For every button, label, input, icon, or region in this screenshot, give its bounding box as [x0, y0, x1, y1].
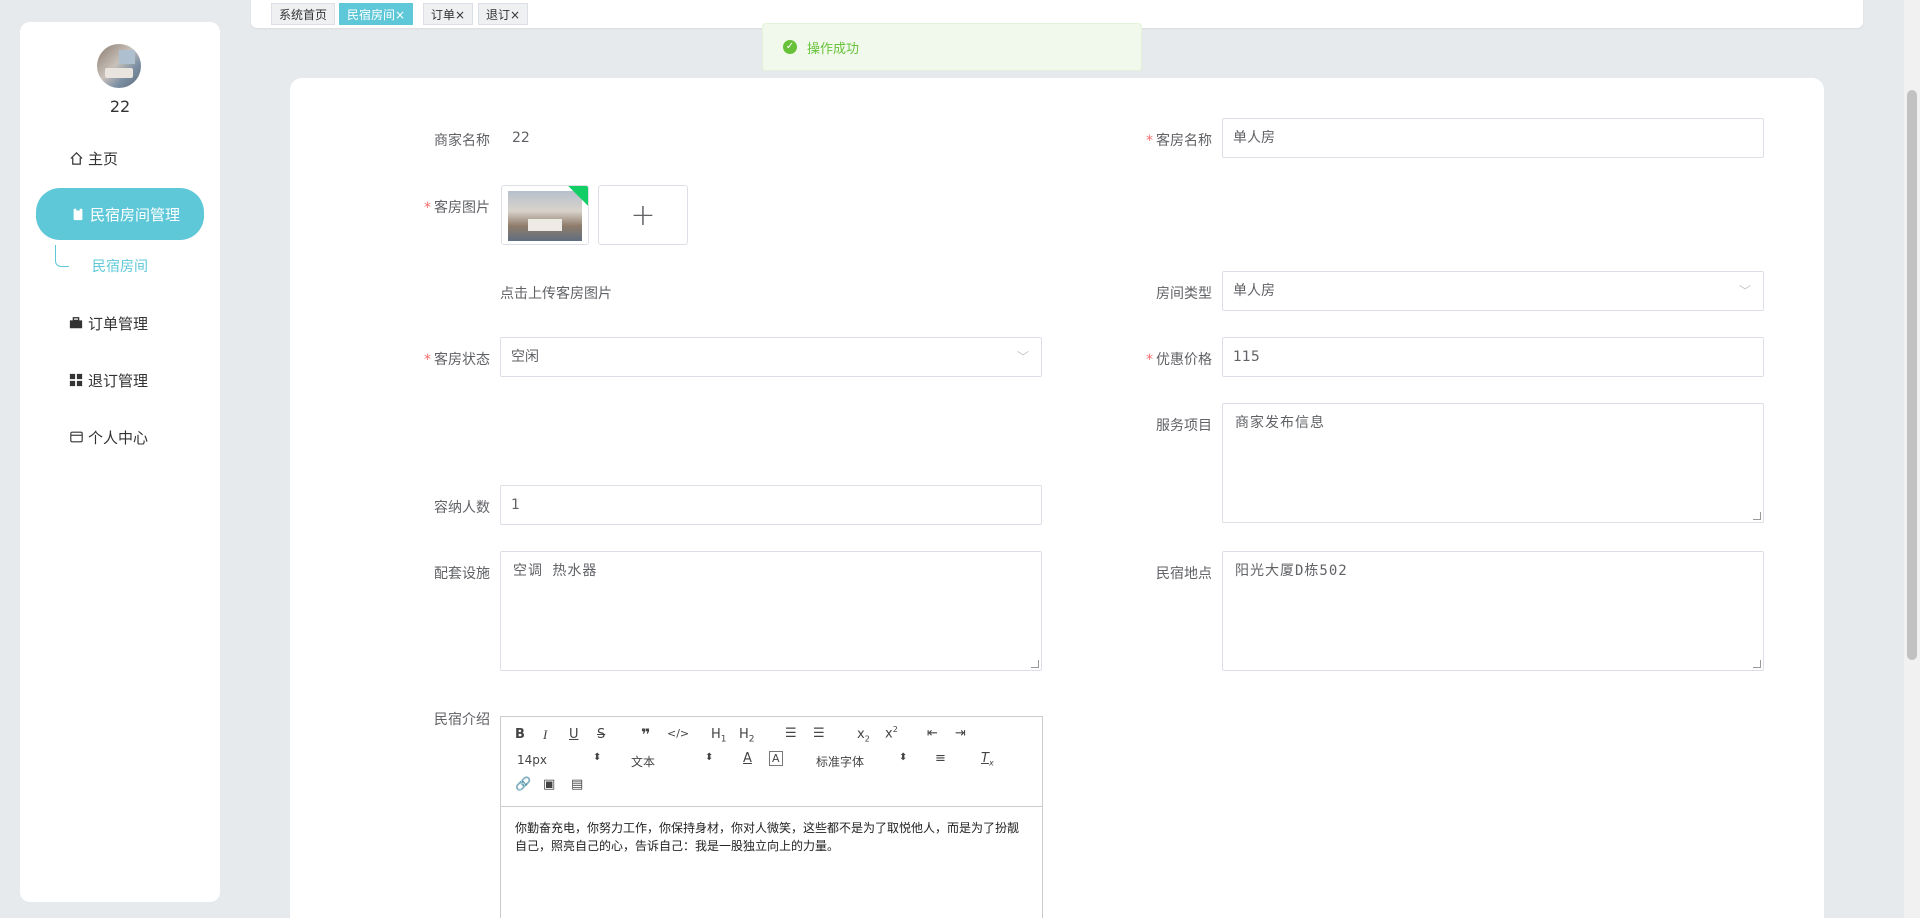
room-type-select[interactable]: 单人房 ﹀: [1222, 271, 1764, 311]
font-size-select[interactable]: 14px: [517, 753, 547, 767]
room-status-label: * 客房状态: [424, 352, 490, 368]
intro-label: 民宿介绍: [434, 712, 490, 728]
upload-hint: 点击上传客房图片: [500, 286, 612, 302]
tab-orders[interactable]: 订单×: [423, 3, 474, 25]
grid-icon: [68, 372, 84, 388]
sidebar-item-room-management[interactable]: 民宿房间管理: [36, 188, 204, 240]
resize-grip-icon[interactable]: [1753, 660, 1761, 668]
room-status-value: 空闲: [511, 349, 539, 365]
location-textarea[interactable]: 阳光大厦D栋502: [1222, 551, 1764, 671]
room-name-input[interactable]: 单人房: [1222, 118, 1764, 158]
sidebar-item-label: 个人中心: [88, 428, 149, 447]
room-type-value: 单人房: [1233, 283, 1275, 299]
heading2-icon[interactable]: H2: [739, 727, 755, 745]
room-status-select[interactable]: 空闲 ﹀: [500, 337, 1042, 377]
sidebar-item-label: 订单管理: [88, 314, 149, 333]
briefcase-icon: [68, 315, 84, 331]
blockquote-icon[interactable]: ❞: [641, 725, 650, 744]
location-label: 民宿地点: [1156, 566, 1212, 582]
tab-rooms[interactable]: 民宿房间×: [339, 3, 414, 25]
capacity-label: 容纳人数: [434, 500, 490, 516]
chevron-down-icon: ﹀: [1738, 284, 1751, 298]
plus-icon: +: [630, 197, 656, 233]
facilities-textarea[interactable]: 空调 热水器: [500, 551, 1042, 671]
sidebar-item-label: 民宿房间管理: [90, 205, 181, 224]
avatar[interactable]: [97, 44, 141, 88]
sidebar-item-profile[interactable]: 个人中心: [20, 412, 220, 462]
sidebar-item-refunds[interactable]: 退订管理: [20, 355, 220, 405]
merchant-name-label: 商家名称: [434, 133, 490, 149]
check-circle-icon: ✓: [783, 40, 797, 54]
sidebar-item-label: 退订管理: [88, 371, 149, 390]
video-icon[interactable]: ▤: [571, 777, 583, 792]
background-color-icon[interactable]: A: [769, 751, 783, 766]
heading1-icon[interactable]: H1: [711, 727, 727, 745]
services-textarea[interactable]: 商家发布信息: [1222, 403, 1764, 523]
location-value: 阳光大厦D栋502: [1235, 563, 1348, 579]
room-type-label: 房间类型: [1156, 286, 1212, 302]
bullet-list-icon[interactable]: ☰: [813, 726, 825, 741]
underline-icon[interactable]: U: [569, 727, 579, 742]
room-image-label: * 客房图片: [424, 200, 490, 216]
sidebar-subitem-rooms[interactable]: 民宿房间: [92, 256, 148, 276]
clipboard-icon: [70, 206, 86, 222]
chevron-down-icon: ﹀: [1016, 350, 1029, 364]
page-scrollbar[interactable]: [1904, 0, 1920, 918]
card-icon: [68, 429, 84, 445]
tab-refunds[interactable]: 退订×: [478, 3, 529, 25]
submenu-connector: [55, 245, 69, 267]
username: 22: [109, 97, 131, 116]
resize-grip-icon[interactable]: [1753, 512, 1761, 520]
resize-grip-icon[interactable]: [1031, 660, 1039, 668]
text-type-chevron-icon[interactable]: ⬍: [705, 752, 713, 763]
scrollbar-thumb[interactable]: [1907, 90, 1917, 660]
facilities-label: 配套设施: [434, 566, 490, 582]
price-label: * 优惠价格: [1146, 352, 1212, 368]
home-icon: [68, 150, 84, 166]
code-icon[interactable]: </>: [667, 727, 689, 740]
bold-icon[interactable]: B: [515, 727, 525, 742]
rich-text-editor: B I U S ❞ </> H1 H2 ☰ ☰ x2 x2 ⇤ ⇥ 14px ⬍…: [500, 716, 1043, 918]
strikethrough-icon[interactable]: S: [597, 727, 605, 742]
subscript-icon[interactable]: x2: [857, 727, 870, 744]
font-family-select[interactable]: 标准字体: [816, 753, 864, 770]
font-family-chevron-icon[interactable]: ⬍: [899, 752, 907, 763]
text-type-select[interactable]: 文本: [631, 753, 655, 770]
success-toast: ✓ 操作成功: [762, 23, 1142, 71]
sidebar-item-label: 主页: [88, 149, 119, 168]
capacity-input[interactable]: 1: [500, 485, 1042, 525]
add-image-button[interactable]: +: [598, 185, 688, 245]
tab-home[interactable]: 系统首页: [271, 3, 336, 25]
ordered-list-icon[interactable]: ☰: [785, 726, 797, 741]
editor-content[interactable]: 你勤奋充电，你努力工作，你保持身材，你对人微笑，这些都不是为了取悦他人，而是为了…: [501, 807, 1042, 867]
editor-toolbar: B I U S ❞ </> H1 H2 ☰ ☰ x2 x2 ⇤ ⇥ 14px ⬍…: [501, 717, 1042, 807]
link-icon[interactable]: 🔗: [515, 777, 531, 792]
superscript-icon[interactable]: x2: [885, 725, 898, 741]
merchant-name-value: 22: [512, 130, 530, 146]
align-icon[interactable]: ≡: [935, 751, 946, 766]
sidebar-item-home[interactable]: 主页: [20, 133, 220, 183]
toast-message: 操作成功: [807, 41, 860, 57]
indent-icon[interactable]: ⇥: [955, 726, 966, 741]
font-color-icon[interactable]: A: [743, 751, 752, 766]
services-value: 商家发布信息: [1235, 415, 1325, 431]
image-icon[interactable]: ▣: [543, 777, 555, 792]
font-size-chevron-icon[interactable]: ⬍: [593, 752, 601, 763]
room-image-thumbnail[interactable]: [501, 185, 589, 245]
price-input[interactable]: 115: [1222, 337, 1764, 377]
room-name-label: * 客房名称: [1146, 133, 1212, 149]
outdent-icon[interactable]: ⇤: [927, 726, 938, 741]
sidebar: 22 主页 民宿房间管理 民宿房间 订单管理 退订管理 个人中心: [20, 22, 220, 902]
sidebar-item-orders[interactable]: 订单管理: [20, 298, 220, 348]
clear-format-icon[interactable]: Tx: [981, 751, 994, 768]
services-label: 服务项目: [1156, 418, 1212, 434]
facilities-value: 空调 热水器: [513, 563, 598, 579]
italic-icon[interactable]: I: [543, 727, 547, 743]
